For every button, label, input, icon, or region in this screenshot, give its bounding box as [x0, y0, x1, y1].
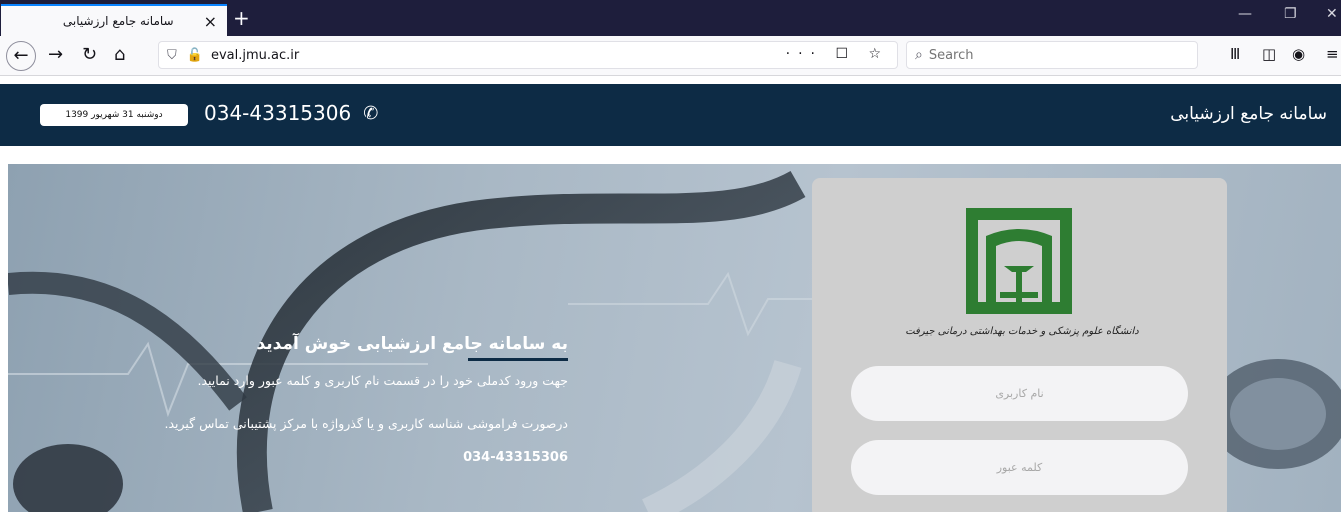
site-header: سامانه جامع ارزشیابی 034-43315306 ✆ دوشن… [0, 84, 1341, 146]
reload-icon[interactable]: ↻ [82, 44, 97, 66]
sidebar-icon[interactable]: ◫ [1262, 45, 1276, 63]
new-tab-button[interactable]: + [233, 6, 250, 30]
header-phone-number: 034-43315306 [204, 101, 352, 125]
window-close-button[interactable]: ✕ [1326, 6, 1338, 22]
university-name: دانشگاه علوم پزشکی و خدمات بهداشتی درمان… [905, 326, 1139, 337]
site-title[interactable]: سامانه جامع ارزشیابی [1170, 104, 1327, 124]
browser-tab-bar: سامانه جامع ارزشیابی × + — ❐ ✕ [0, 0, 1341, 36]
account-icon[interactable]: ◉ [1292, 45, 1305, 63]
back-arrow-icon[interactable]: ← [6, 41, 36, 71]
url-text[interactable]: eval.jmu.ac.ir [211, 48, 299, 63]
window-restore-button[interactable]: ❐ [1284, 6, 1297, 22]
search-icon: ⌕ [915, 47, 923, 63]
header-phone: 034-43315306 ✆ [204, 101, 378, 125]
browser-tab[interactable]: سامانه جامع ارزشیابی × [1, 4, 227, 36]
tab-close-icon[interactable]: × [204, 12, 217, 31]
login-card: دانشگاه علوم پزشکی و خدمات بهداشتی درمان… [812, 178, 1227, 512]
library-icon[interactable]: Ⅲ [1230, 45, 1240, 63]
browser-nav-bar: ← → ↻ ⌂ ⛉ 🔓 eval.jmu.ac.ir ··· ☐ ☆ ⌕ Ⅲ ◫… [0, 36, 1341, 76]
welcome-phone: 034-43315306 [463, 450, 568, 465]
menu-icon[interactable]: ≡ [1326, 45, 1339, 63]
window-minimize-button[interactable]: — [1238, 6, 1252, 22]
home-icon[interactable]: ⌂ [114, 44, 125, 66]
university-logo [966, 208, 1072, 314]
browser-search-box[interactable]: ⌕ [906, 41, 1198, 69]
forward-arrow-icon[interactable]: → [48, 44, 63, 66]
phone-icon: ✆ [363, 102, 379, 124]
url-bar[interactable]: ⛉ 🔓 eval.jmu.ac.ir ··· ☐ ☆ [158, 41, 898, 69]
welcome-support-note: درصورت فراموشی شناسه کاربری و یا گذرواژه… [164, 416, 568, 431]
shield-icon[interactable]: ⛉ [167, 48, 177, 63]
username-input[interactable] [851, 366, 1188, 421]
page-actions-icons[interactable]: ··· ☐ ☆ [786, 46, 889, 62]
browser-search-input[interactable] [928, 47, 1169, 63]
welcome-title: به سامانه جامع ارزشیابی خوش آمدید [256, 334, 568, 354]
welcome-instruction: جهت ورود کدملی خود را در قسمت نام کاربری… [197, 373, 568, 388]
insecure-lock-icon[interactable]: 🔓 [187, 48, 203, 63]
tab-title: سامانه جامع ارزشیابی [62, 14, 174, 28]
welcome-title-underline [468, 358, 568, 361]
date-badge: دوشنبه 31 شهریور 1399 [40, 104, 188, 126]
password-input[interactable] [851, 440, 1188, 495]
welcome-section: به سامانه جامع ارزشیابی خوش آمدید جهت ور… [118, 334, 568, 465]
